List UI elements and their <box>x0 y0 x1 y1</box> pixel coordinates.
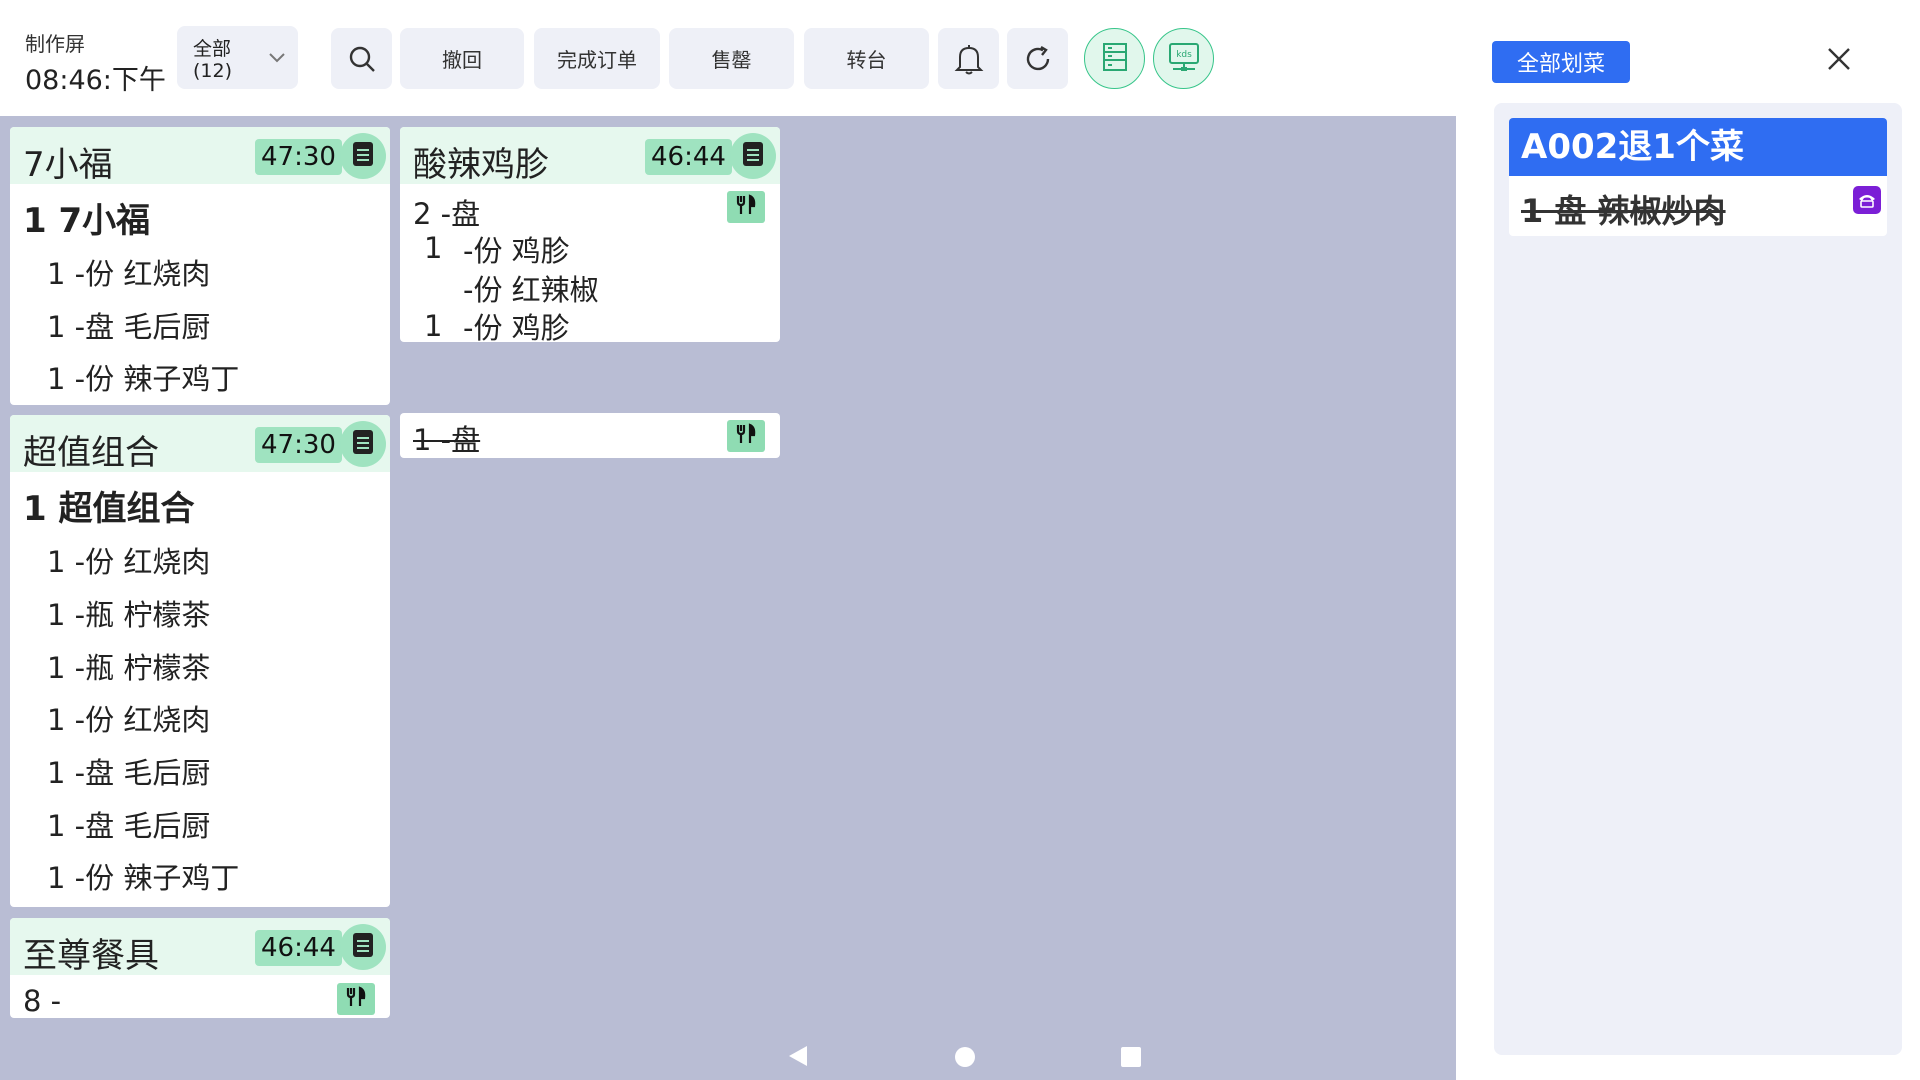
order-card-header: 至尊餐具 46:44 <box>10 918 390 976</box>
order-card-title: 至尊餐具 <box>23 936 159 976</box>
back-triangle-icon <box>787 1046 809 1072</box>
kds-screen-button[interactable]: kds <box>1153 28 1214 89</box>
phone-icon <box>1853 186 1881 214</box>
refund-list: A002退1个菜 1 盘 辣椒炒肉 <box>1494 103 1902 1055</box>
refund-panel: 全部划菜 A002退1个菜 1 盘 辣椒炒肉 <box>1456 0 1920 1080</box>
search-icon <box>348 45 376 73</box>
chevron-down-icon <box>268 48 286 69</box>
list-view-icon <box>1101 41 1129 77</box>
order-sub-item: -份 鸡胗 <box>463 311 570 342</box>
nav-back-button[interactable] <box>787 1044 809 1072</box>
serve-button[interactable] <box>727 191 765 223</box>
notification-button[interactable] <box>938 28 999 89</box>
order-main-item: 8 - <box>23 984 62 1018</box>
order-timer: 47:30 <box>255 139 342 175</box>
order-detail-button[interactable] <box>340 133 386 179</box>
order-card[interactable]: 超值组合 47:30 1 超值组合 1 -份 红烧肉 1 -瓶 柠檬茶 1 -瓶… <box>10 415 390 907</box>
kds-monitor-icon: kds <box>1167 41 1201 77</box>
search-button[interactable] <box>331 28 392 89</box>
order-card-header: 超值组合 47:30 <box>10 415 390 473</box>
screen-title: 制作屏 <box>25 32 85 56</box>
order-timer: 47:30 <box>255 427 342 463</box>
order-filter-dropdown[interactable]: 全部 (12) <box>177 26 298 89</box>
order-sub-item: 1 -份 红烧肉 <box>47 257 211 291</box>
order-card-title: 超值组合 <box>23 433 159 473</box>
order-timer: 46:44 <box>645 139 732 175</box>
document-icon <box>742 141 764 171</box>
order-sub-item: -份 鸡胗 <box>463 234 570 268</box>
refund-card-title: A002退1个菜 <box>1509 118 1887 176</box>
clock: 08:46:下午 <box>25 65 166 96</box>
document-icon <box>352 141 374 171</box>
nav-recents-button[interactable] <box>1120 1046 1142 1072</box>
order-sub-item: 1 -瓶 柠檬茶 <box>47 598 211 632</box>
order-sub-item: 1 -瓶 柠檬茶 <box>47 651 211 685</box>
undo-button[interactable]: 撤回 <box>400 28 524 89</box>
fork-knife-icon <box>345 986 367 1012</box>
serve-button[interactable] <box>337 983 375 1015</box>
mark-all-served-button[interactable]: 全部划菜 <box>1492 41 1630 83</box>
document-icon <box>352 932 374 962</box>
order-main-item: 1 7小福 <box>23 201 151 241</box>
svg-text:kds: kds <box>1176 50 1192 60</box>
refund-card[interactable]: A002退1个菜 1 盘 辣椒炒肉 <box>1509 118 1887 236</box>
recents-square-icon <box>1120 1047 1142 1072</box>
serve-button[interactable] <box>727 420 765 452</box>
fork-knife-icon <box>735 194 757 220</box>
order-sub-item: 1 -盘 毛后厨 <box>47 809 211 843</box>
complete-order-button[interactable]: 完成订单 <box>534 28 660 89</box>
order-card[interactable]: 至尊餐具 46:44 8 - <box>10 918 390 1018</box>
order-main-item: 1 -盘 <box>413 423 481 457</box>
order-sub-item: 1 -盘 毛后厨 <box>47 310 211 344</box>
order-main-item: 2 -盘 <box>413 197 481 231</box>
order-main-item: 1 超值组合 <box>23 489 195 529</box>
order-card[interactable]: 1 -盘 <box>400 413 780 458</box>
order-sub-item: 1 -盘 毛后厨 <box>47 756 211 790</box>
order-card[interactable]: 酸辣鸡胗 46:44 2 -盘 1 -份 鸡胗 -份 红辣椒 1 -份 鸡胗 <box>400 127 780 342</box>
sold-out-button[interactable]: 售罄 <box>669 28 794 89</box>
fork-knife-icon <box>735 423 757 449</box>
document-icon <box>352 429 374 459</box>
order-detail-button[interactable] <box>730 133 776 179</box>
order-sub-qty: 1 <box>424 309 443 342</box>
order-detail-button[interactable] <box>340 421 386 467</box>
refresh-button[interactable] <box>1007 28 1068 89</box>
top-toolbar: 制作屏 08:46:下午 全部 (12) 撤回 完成订单 售罄 转台 kds <box>0 0 1456 116</box>
order-detail-button[interactable] <box>340 924 386 970</box>
order-card-header: 7小福 47:30 <box>10 127 390 185</box>
home-circle-icon <box>954 1047 976 1072</box>
nav-home-button[interactable] <box>954 1046 976 1072</box>
transfer-table-button[interactable]: 转台 <box>804 28 929 89</box>
order-sub-qty: 1 <box>424 231 443 265</box>
order-sub-item: 1 -份 辣子鸡丁 <box>47 362 240 396</box>
filter-count: (12) <box>193 60 233 82</box>
filter-label: 全部 <box>193 38 232 60</box>
order-sub-item: 1 -份 红烧肉 <box>47 703 211 737</box>
bell-icon <box>954 43 984 75</box>
order-board: 7小福 47:30 1 7小福 1 -份 红烧肉 1 -盘 毛后厨 1 -份 辣… <box>0 116 1456 1080</box>
close-panel-button[interactable] <box>1826 46 1856 76</box>
order-card-title: 酸辣鸡胗 <box>413 145 549 185</box>
order-card-header: 酸辣鸡胗 46:44 <box>400 127 780 185</box>
close-icon <box>1826 48 1852 76</box>
list-view-button[interactable] <box>1084 28 1145 89</box>
order-sub-item: -份 红辣椒 <box>463 273 599 307</box>
refund-item: 1 盘 辣椒炒肉 <box>1521 192 1726 230</box>
order-card-title: 7小福 <box>23 145 113 185</box>
order-timer: 46:44 <box>255 930 342 966</box>
refresh-icon <box>1024 45 1052 73</box>
order-sub-item: 1 -份 辣子鸡丁 <box>47 861 240 895</box>
order-card[interactable]: 7小福 47:30 1 7小福 1 -份 红烧肉 1 -盘 毛后厨 1 -份 辣… <box>10 127 390 405</box>
order-sub-item: 1 -份 红烧肉 <box>47 545 211 579</box>
